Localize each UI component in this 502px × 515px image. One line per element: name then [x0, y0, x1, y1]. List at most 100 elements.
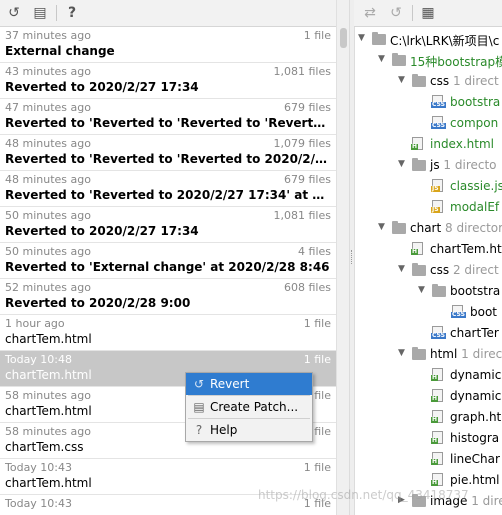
revert-icon[interactable]: ↺ — [386, 3, 406, 23]
revision-row[interactable]: 43 minutes ago 1,081 files Reverted to 202… — [0, 63, 336, 99]
html-file-icon: H — [431, 431, 446, 445]
tree-file[interactable]: HlineChar — [354, 449, 502, 470]
toolbar-divider — [412, 5, 413, 21]
tree-label-text: css — [430, 74, 450, 88]
menu-item-help[interactable]: ? Help — [186, 419, 312, 441]
expand-arrow-icon[interactable]: ▼ — [378, 222, 388, 232]
tree-file[interactable]: CSS boot — [354, 302, 502, 323]
revision-title: chartTem.html — [5, 332, 92, 346]
tree-label: modalEf — [450, 200, 499, 214]
folder-icon — [392, 53, 406, 67]
tree-file[interactable]: CSS compon — [354, 113, 502, 134]
menu-item-create-patch[interactable]: ▤ Create Patch... — [186, 396, 312, 418]
revision-title: External change — [5, 44, 115, 58]
undo-icon[interactable]: ↺ — [4, 3, 24, 23]
revision-row[interactable]: 48 minutes ago 1,079 files Reverted to 'Re… — [0, 135, 336, 171]
tree-label-text: index.html — [430, 137, 494, 151]
revision-file-count: 1 file — [303, 29, 331, 42]
tree-label-text: boot — [470, 305, 498, 319]
revision-row[interactable]: 50 minutes ago 4 files Reverted to 'Extern… — [0, 243, 336, 279]
tree-label-text: chartTem.ht — [430, 242, 502, 256]
create-patch-icon: ▤ — [193, 400, 205, 414]
tree-label: bootstra — [450, 284, 500, 298]
revision-file-count: 1 file — [303, 461, 331, 474]
html-file-icon: H — [411, 242, 426, 256]
revision-row[interactable]: 52 minutes ago 608 files Reverted to 2020/… — [0, 279, 336, 315]
revision-time: 48 minutes ago — [5, 173, 91, 186]
revision-time: Today 10:43 — [5, 497, 73, 510]
html-file-icon: H — [431, 389, 446, 403]
revision-row[interactable]: 48 minutes ago 679 files Reverted to 'Reve… — [0, 171, 336, 207]
changed-files-tree: ▼ C:\lrk\LRK\新项目\c ▼ 15种bootstrap模 ▼ css 1 di… — [354, 29, 502, 512]
tree-file[interactable]: JS classie.js — [354, 176, 502, 197]
tree-file[interactable]: Hdynamic — [354, 365, 502, 386]
tree-label: index.html — [430, 137, 494, 151]
revision-file-count: 1 file — [303, 353, 331, 366]
tree-folder[interactable]: ▼ C:\lrk\LRK\新项目\c — [354, 29, 502, 50]
tree-folder[interactable]: ▼ chart 8 director — [354, 218, 502, 239]
expand-arrow-icon[interactable]: ▼ — [358, 33, 368, 43]
tree-label: boot — [470, 305, 497, 319]
tree-label-count: 1 direc — [461, 347, 502, 361]
tree-label-text: chartTer — [450, 326, 499, 340]
patch-icon[interactable]: ▤ — [30, 3, 50, 23]
tree-folder[interactable]: ▼ js 1 directo — [354, 155, 502, 176]
tree-label-text: histogra — [450, 431, 500, 445]
folder-icon — [372, 32, 386, 46]
revision-title: Reverted to 'Reverted to 'Reverted to 'R… — [5, 116, 331, 130]
revision-row[interactable]: 50 minutes ago 1,081 files Reverted to 202… — [0, 207, 336, 243]
tree-label: css 2 direct — [430, 263, 499, 277]
folder-icon — [412, 263, 426, 277]
tree-folder[interactable]: ▼ html 1 direc — [354, 344, 502, 365]
tree-file[interactable]: Hgraph.ht — [354, 407, 502, 428]
help-icon[interactable]: ? — [62, 3, 82, 23]
tree-folder[interactable]: ▼ 15种bootstrap模 — [354, 50, 502, 71]
tree-label-text: classie.js — [450, 179, 502, 193]
revision-time: 47 minutes ago — [5, 101, 91, 114]
expand-arrow-icon[interactable]: ▼ — [378, 54, 388, 64]
diff-icon[interactable]: ⇄ — [360, 3, 380, 23]
tree-label-text: bootstra — [450, 284, 501, 298]
tree-file[interactable]: HchartTem.ht — [354, 239, 502, 260]
html-file-icon: H — [431, 410, 446, 424]
tree-file[interactable]: Hdynamic — [354, 386, 502, 407]
tree-folder[interactable]: ▼ css 2 direct — [354, 260, 502, 281]
tree-file[interactable]: CSS chartTer — [354, 323, 502, 344]
menu-item-revert[interactable]: ↺ Revert — [186, 373, 312, 395]
group-icon[interactable]: ▦ — [418, 3, 438, 23]
folder-icon — [412, 158, 426, 172]
toolbar-divider — [56, 5, 57, 21]
revision-row[interactable]: 1 hour ago 1 file chartTem.html — [0, 315, 336, 351]
folder-icon — [412, 74, 426, 88]
html-file-icon: H — [411, 137, 426, 151]
revision-time: Today 10:43 — [5, 461, 73, 474]
tree-file[interactable]: CSS bootstra — [354, 92, 502, 113]
tree-label-text: modalEf — [450, 200, 500, 214]
expand-arrow-icon[interactable]: ▼ — [398, 159, 408, 169]
tree-folder[interactable]: ▼ css 1 direct — [354, 71, 502, 92]
expand-arrow-icon[interactable]: ▼ — [398, 75, 408, 85]
tree-file[interactable]: Hindex.html — [354, 134, 502, 155]
tree-folder[interactable]: ▼ bootstra — [354, 281, 502, 302]
tree-label: 15种bootstrap模 — [410, 53, 502, 70]
css-file-icon: CSS — [451, 305, 466, 319]
watermark: https://blog.csdn.net/qq_43418737 — [258, 488, 469, 502]
expand-arrow-icon[interactable]: ▼ — [398, 264, 408, 274]
scrollbar-thumb[interactable] — [340, 28, 347, 48]
revision-file-count: 4 files — [298, 245, 331, 258]
expand-arrow-icon[interactable]: ▼ — [418, 285, 428, 295]
tree-file[interactable]: JS modalEf — [354, 197, 502, 218]
tree-label: classie.js — [450, 179, 502, 193]
expand-arrow-icon[interactable]: ▼ — [398, 348, 408, 358]
revision-list-scrollbar[interactable] — [336, 0, 350, 515]
revision-time: 48 minutes ago — [5, 137, 91, 150]
revision-row[interactable]: 47 minutes ago 679 files Reverted to 'Reve… — [0, 99, 336, 135]
css-file-icon: CSS — [431, 326, 446, 340]
tree-label-count: 2 direct — [452, 263, 499, 277]
tree-file[interactable]: Hhistogra — [354, 428, 502, 449]
tree-label-count: 1 direct — [452, 74, 499, 88]
revision-file-count: 608 files — [284, 281, 331, 294]
revision-title: Reverted to 2020/2/28 9:00 — [5, 296, 191, 310]
folder-icon — [392, 221, 406, 235]
revision-row[interactable]: 37 minutes ago 1 file External change — [0, 27, 336, 63]
